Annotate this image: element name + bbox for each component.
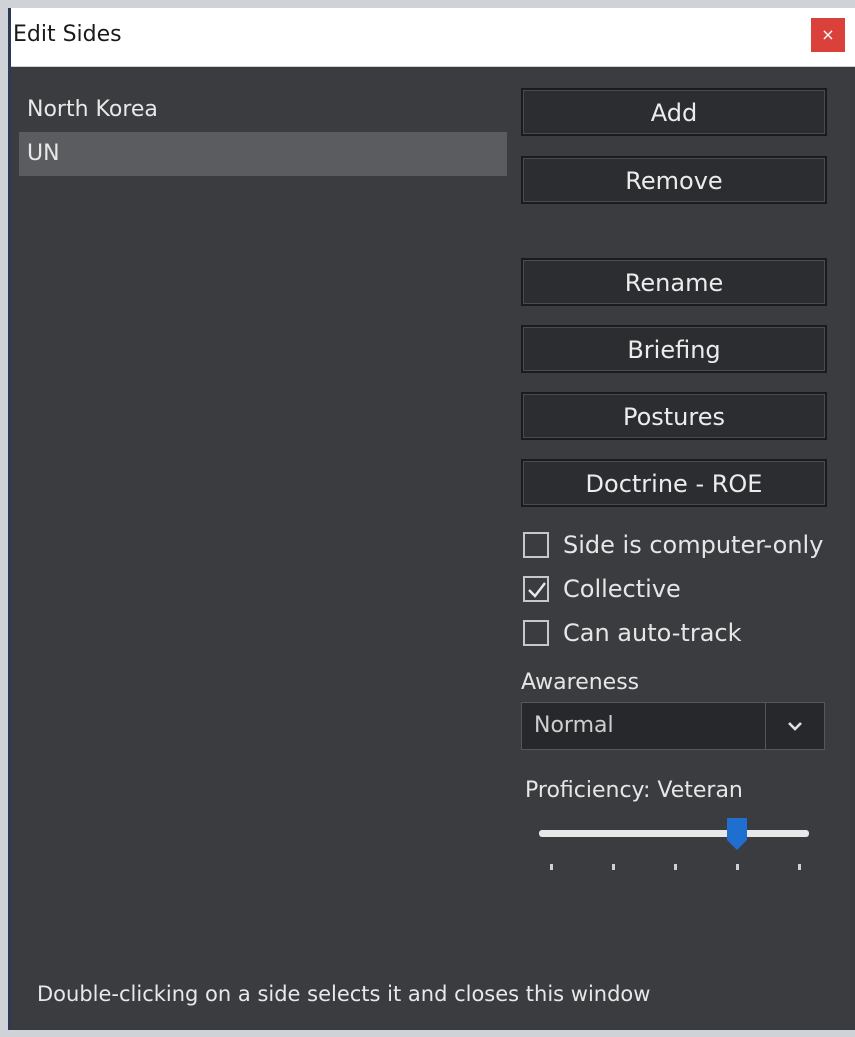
collective-label: Collective — [563, 575, 681, 603]
side-item-north-korea[interactable]: North Korea — [19, 88, 507, 132]
proficiency-slider[interactable] — [539, 814, 809, 878]
footer-hint: Double-clicking on a side selects it and… — [37, 982, 651, 1006]
side-item-un[interactable]: UN — [19, 132, 507, 176]
add-button[interactable]: Add — [521, 88, 827, 136]
collective-checkbox[interactable]: Collective — [523, 572, 681, 606]
side-item-label: UN — [27, 141, 60, 166]
awareness-value: Normal — [534, 713, 614, 738]
checkmark-icon — [528, 582, 546, 598]
postures-button[interactable]: Postures — [521, 392, 827, 440]
edit-sides-window: Edit Sides × North Korea UN Add Remove R… — [8, 8, 855, 1030]
checkbox-box — [523, 532, 549, 558]
slider-tick — [550, 864, 553, 870]
slider-tick — [674, 864, 677, 870]
slider-thumb[interactable] — [725, 816, 749, 852]
close-button[interactable]: × — [811, 18, 845, 52]
awareness-label: Awareness — [521, 670, 640, 695]
computer-only-label: Side is computer-only — [563, 531, 824, 559]
title-bar: Edit Sides × — [11, 8, 855, 67]
rename-button[interactable]: Rename — [521, 258, 827, 306]
slider-tick — [798, 864, 801, 870]
doctrine-roe-button[interactable]: Doctrine - ROE — [521, 459, 827, 507]
remove-button[interactable]: Remove — [521, 156, 827, 204]
slider-track — [539, 830, 809, 837]
dropdown-arrow[interactable] — [765, 703, 824, 749]
sides-list[interactable]: North Korea UN — [19, 88, 507, 248]
awareness-dropdown[interactable]: Normal — [521, 702, 825, 750]
briefing-button[interactable]: Briefing — [521, 325, 827, 373]
auto-track-label: Can auto-track — [563, 619, 742, 647]
checkbox-box — [523, 576, 549, 602]
checkbox-box — [523, 620, 549, 646]
computer-only-checkbox[interactable]: Side is computer-only — [523, 528, 823, 562]
side-item-label: North Korea — [27, 97, 158, 122]
proficiency-label: Proficiency: Veteran — [525, 778, 743, 803]
slider-tick — [736, 864, 739, 870]
chevron-down-icon — [788, 722, 802, 731]
window-title: Edit Sides — [13, 22, 122, 47]
close-icon: × — [821, 25, 835, 44]
slider-tick — [612, 864, 615, 870]
auto-track-checkbox[interactable]: Can auto-track — [523, 616, 742, 650]
